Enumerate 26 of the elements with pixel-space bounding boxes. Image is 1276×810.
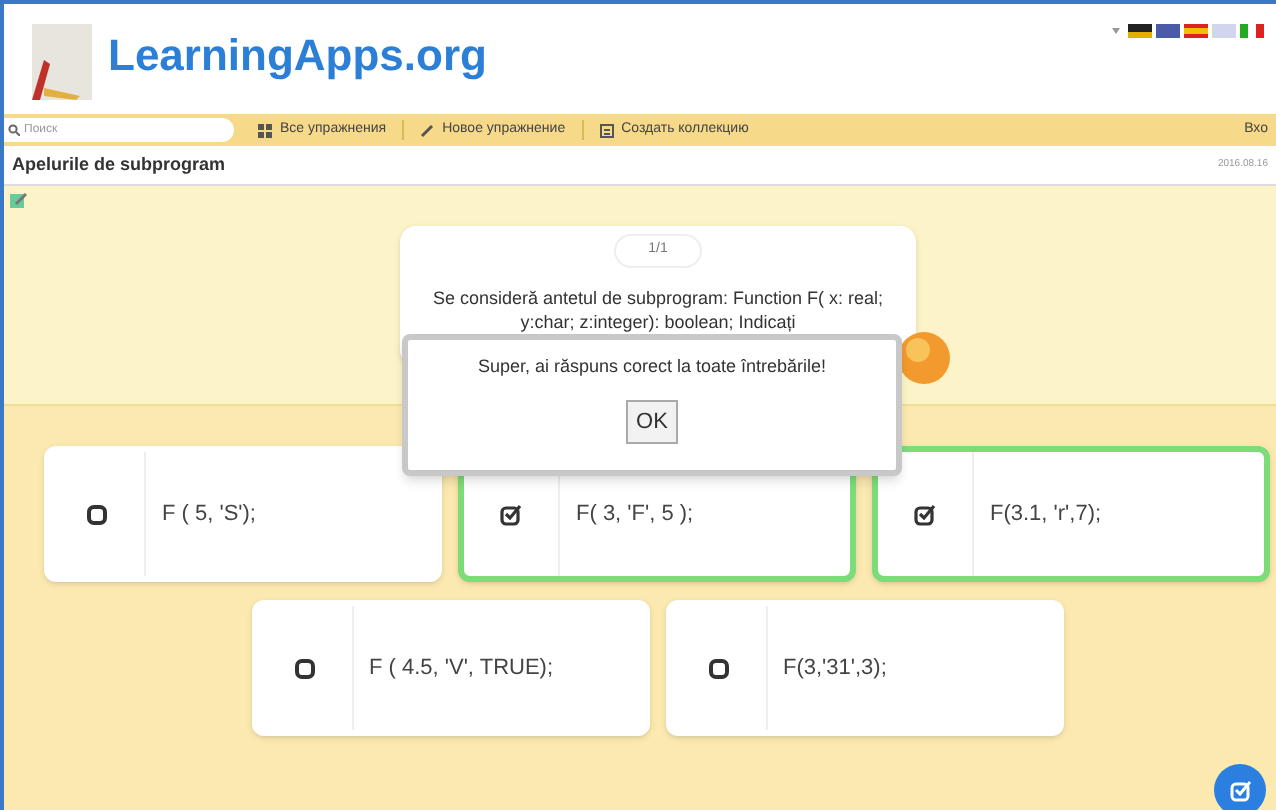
- checkbox-icon: [707, 657, 729, 679]
- ok-button[interactable]: OK: [626, 399, 678, 444]
- logo-text[interactable]: LearningApps.org: [108, 22, 487, 88]
- checkbox-icon: [86, 503, 108, 525]
- answer-card[interactable]: F ( 4.5, 'V', TRUE);: [251, 600, 649, 736]
- pencil-icon: [420, 123, 435, 137]
- edit-icon[interactable]: [10, 192, 28, 210]
- collection-icon: [599, 123, 614, 137]
- question-text: Se consideră antetul de subprogram: Function F( x: real; y:char; z:integer): boolean; Indicați: [430, 285, 886, 333]
- app-title: Apelurile de subprogram: [12, 151, 226, 178]
- answer-card[interactable]: F(3.1, 'r',7);: [872, 446, 1270, 582]
- answer-card[interactable]: F(3,'31',3);: [665, 600, 1063, 736]
- checked-box-icon: [914, 503, 936, 525]
- checked-box-icon: [500, 503, 522, 525]
- answer-text: F( 3, 'F', 5 );: [576, 499, 694, 530]
- dialog-message: Super, ai răspuns corect la toate întrebările!: [477, 354, 827, 380]
- answer-card[interactable]: F ( 5, 'S');: [44, 446, 442, 582]
- grid-icon: [258, 123, 272, 137]
- language-flags-icon[interactable]: [1108, 20, 1268, 40]
- answer-text: F(3.1, 'r',7);: [990, 499, 1102, 530]
- answer-text: F(3,'31',3);: [783, 653, 887, 684]
- answer-text: F ( 5, 'S');: [162, 499, 256, 530]
- checkbox-icon: [1229, 779, 1251, 801]
- answer-text: F ( 4.5, 'V', TRUE);: [369, 653, 554, 684]
- checkbox-icon: [293, 657, 315, 679]
- search-icon: [8, 124, 20, 136]
